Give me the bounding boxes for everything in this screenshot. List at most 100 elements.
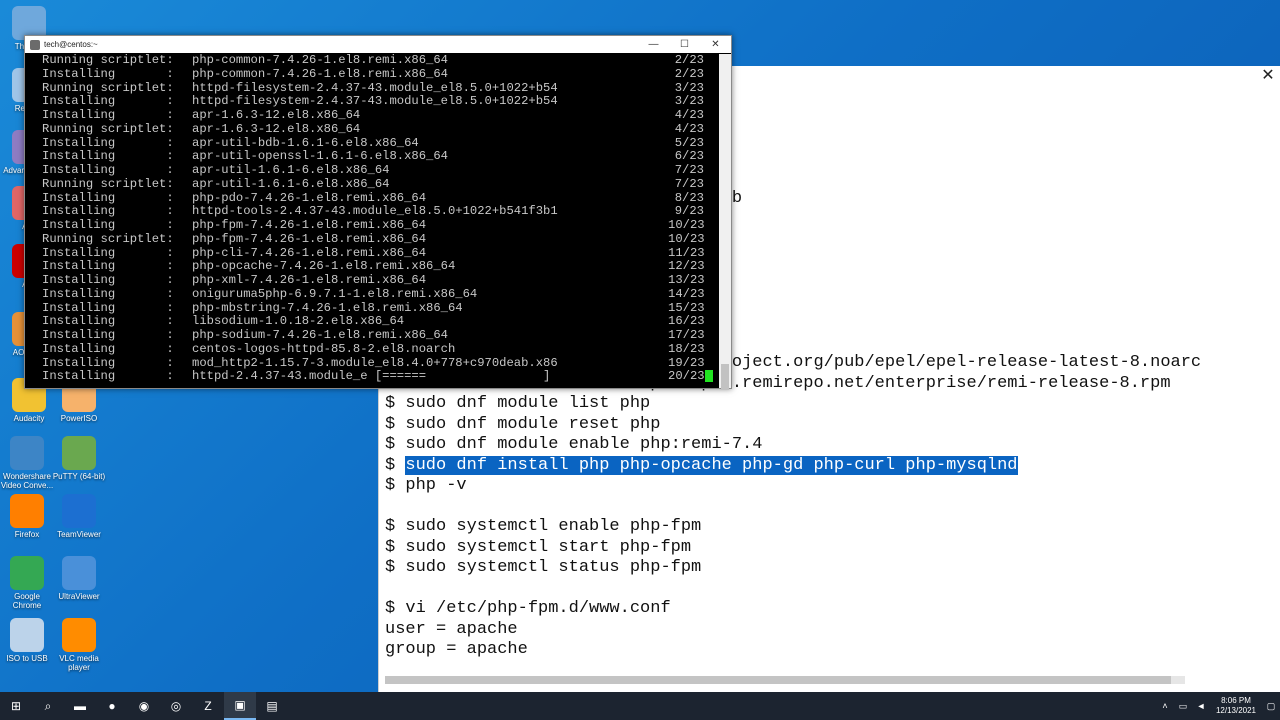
editor-line-text: $ php -v — [385, 476, 467, 495]
terminal-line: Running scriptlet: php-fpm-7.4.26-1.el8.r… — [42, 231, 719, 247]
terminal-line: Installing : php-opcache-7.4.26-1.el8.rem… — [42, 259, 719, 274]
clock-time: 8:06 PM — [1221, 696, 1251, 705]
putty-icon[interactable]: ▣ — [224, 692, 256, 720]
iso-usb-icon — [10, 618, 44, 652]
editor-line: group = apache — [385, 640, 1280, 661]
terminal-action: Installing : — [42, 328, 174, 342]
terminal-action: Installing : — [42, 149, 174, 164]
notepad-icon[interactable]: ▤ — [256, 692, 288, 720]
editor-line-text: $ sudo systemctl status php-fpm — [385, 558, 702, 577]
terminal-output[interactable]: Running scriptlet: php-common-7.4.26-1.el… — [25, 54, 719, 388]
terminal-count: 19/23 — [668, 355, 705, 370]
terminal-action: Installing : — [42, 245, 174, 260]
terminal-count: 13/23 — [668, 273, 705, 287]
terminal-count: 8/23 — [674, 190, 704, 205]
clock[interactable]: 8:06 PM 12/13/2021 — [1216, 696, 1256, 716]
terminal-package: php-opcache-7.4.26-1.el8.remi.x86_64 — [192, 259, 456, 274]
volume-icon[interactable]: ◄ — [1192, 701, 1210, 711]
file-explorer-icon[interactable]: ▬ — [64, 692, 96, 720]
selected-text[interactable]: sudo dnf install php php-opcache php-gd … — [405, 455, 1018, 475]
system-tray: ˄ ▭ ◄ 8:06 PM 12/13/2021 ▢ — [1156, 696, 1280, 716]
terminal-line: Running scriptlet: httpd-filesystem-2.4.3… — [42, 80, 719, 96]
firefox-icon[interactable]: ● — [96, 692, 128, 720]
scrollbar-thumb[interactable] — [385, 676, 1171, 684]
editor-line-text: user = apache — [385, 619, 518, 639]
windows-start-icon[interactable]: ⊞ — [0, 692, 32, 720]
terminal-package: oniguruma5php-6.9.7.1-1.el8.remi.x86_64 — [192, 286, 478, 301]
terminal-action: Installing : — [42, 259, 174, 274]
desktop-icon-11[interactable]: TeamViewer — [52, 494, 106, 539]
putty-icon — [30, 39, 40, 50]
wondershare-icon — [10, 436, 44, 470]
vlc-icon — [62, 618, 96, 652]
terminal-line: Installing : libsodium-1.0.18-2.el8.x86_6… — [42, 314, 719, 329]
desktop-icon-8[interactable]: Wondershare Video Conve... — [0, 436, 54, 490]
terminal-action: Installing : — [42, 94, 174, 109]
horizontal-scrollbar[interactable] — [385, 676, 1185, 684]
editor-line-text: $ sudo dnf module enable php:remi-7.4 — [385, 435, 763, 454]
network-icon[interactable]: ▭ — [1174, 701, 1192, 712]
terminal-action: Running scriptlet: — [42, 54, 174, 67]
desktop-icon-label: ISO to USB — [6, 654, 48, 663]
filezilla-icon[interactable]: Z — [192, 692, 224, 720]
desktop-icon-15[interactable]: VLC media player — [52, 618, 106, 672]
terminal-window[interactable]: tech@centos:~ — ☐ ✕ Running scriptlet: ph… — [24, 35, 732, 390]
terminal-package: apr-util-bdb-1.6.1-6.el8.x86_64 — [192, 135, 419, 150]
terminal-line: Installing : php-mbstring-7.4.26-1.el8.re… — [42, 301, 719, 316]
chevron-up-icon[interactable]: ˄ — [1156, 701, 1174, 711]
terminal-line: Installing : apr-util-1.6.1-6.el8.x86_64 7… — [42, 163, 719, 178]
terminal-package: httpd-filesystem-2.4.37-43.module_el8.5.… — [192, 80, 558, 95]
obs-icon[interactable]: ◎ — [160, 692, 192, 720]
desktop-icon-13[interactable]: UltraViewer — [52, 556, 106, 601]
terminal-package: mod_http2-1.15.7-3.module_el8.4.0+778+c9… — [192, 355, 558, 370]
notification-icon[interactable]: ▢ — [1262, 701, 1280, 712]
terminal-action: Installing : — [42, 190, 174, 205]
terminal-package: php-sodium-7.4.26-1.el8.remi.x86_64 — [192, 328, 448, 342]
terminal-action: Running scriptlet: — [42, 176, 174, 191]
scrollbar-thumb[interactable] — [721, 364, 729, 390]
terminal-action: Installing : — [42, 355, 174, 370]
editor-line: $ sudo systemctl start php-fpm — [385, 538, 1280, 559]
terminal-package: php-fpm-7.4.26-1.el8.remi.x86_64 — [192, 231, 427, 246]
terminal-count: 6/23 — [674, 149, 704, 164]
terminal-action: Installing : — [42, 66, 174, 81]
terminal-count: 10/23 — [668, 231, 705, 246]
minimize-icon[interactable]: — — [638, 39, 669, 50]
terminal-package: php-xml-7.4.26-1.el8.remi.x86_64 — [192, 273, 427, 287]
search-icon[interactable]: ⌕ — [32, 692, 64, 720]
editor-line-text: $ sudo systemctl start php-fpm — [385, 537, 692, 557]
editor-line: $ sudo dnf install php php-opcache php-g… — [385, 455, 1280, 477]
terminal-count: 10/23 — [668, 218, 705, 232]
terminal-package: centos-logos-httpd-85.8-2.el8.noarch — [192, 341, 456, 356]
terminal-package: httpd-2.4.37-43.module_e [====== ] — [192, 369, 551, 384]
terminal-package: libsodium-1.0.18-2.el8.x86_64 — [192, 314, 405, 329]
terminal-line: Installing : httpd-filesystem-2.4.37-43.m… — [42, 94, 719, 109]
terminal-action: Installing : — [42, 286, 174, 301]
vertical-scrollbar[interactable] — [719, 54, 731, 390]
terminal-package: php-common-7.4.26-1.el8.remi.x86_64 — [192, 54, 448, 67]
desktop-icon-14[interactable]: ISO to USB — [0, 618, 54, 663]
terminal-count: 3/23 — [674, 94, 704, 109]
terminal-count: 4/23 — [674, 108, 704, 122]
desktop-icon-label: Firefox — [14, 530, 40, 539]
terminal-action: Installing : — [42, 341, 174, 356]
terminal-titlebar[interactable]: tech@centos:~ — ☐ ✕ — [25, 36, 731, 53]
terminal-action: Installing : — [42, 204, 174, 219]
desktop-icon-12[interactable]: Google Chrome — [0, 556, 54, 610]
terminal-package: php-common-7.4.26-1.el8.remi.x86_64 — [192, 66, 448, 81]
maximize-icon[interactable]: ☐ — [669, 39, 700, 50]
terminal-package: apr-1.6.3-12.el8.x86_64 — [192, 108, 361, 122]
terminal-count: 9/23 — [674, 204, 704, 219]
clock-date: 12/13/2021 — [1215, 706, 1256, 715]
desktop-icon-label: UltraViewer — [58, 592, 100, 601]
desktop-icon-label: VLC media player — [59, 654, 99, 672]
terminal-line: Installing : php-common-7.4.26-1.el8.remi… — [42, 66, 719, 82]
terminal-count: 2/23 — [674, 66, 704, 81]
close-icon[interactable]: ✕ — [700, 39, 731, 50]
desktop-icon-10[interactable]: Firefox — [0, 494, 54, 539]
terminal-action: Installing : — [42, 218, 174, 232]
terminal-package: httpd-tools-2.4.37-43.module_el8.5.0+102… — [192, 204, 558, 219]
chrome-icon[interactable]: ◉ — [128, 692, 160, 720]
desktop-icon-9[interactable]: PuTTY (64-bit) — [52, 436, 106, 481]
terminal-count: 4/23 — [674, 121, 704, 136]
